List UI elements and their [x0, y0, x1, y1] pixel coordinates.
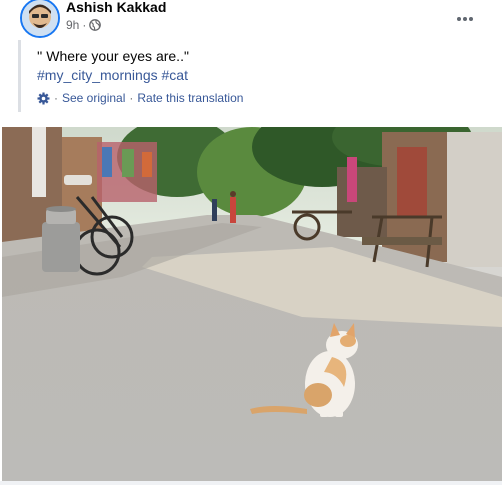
post-time[interactable]: 9h: [66, 18, 79, 32]
street-cat-photo: [2, 127, 502, 481]
avatar-image: [22, 0, 58, 36]
post-footer-divider: [0, 481, 502, 485]
globe-icon: [89, 19, 102, 31]
translation-row: · See original · Rate this translation: [37, 91, 243, 105]
post-caption: '' Where your eyes are..": [37, 48, 189, 64]
more-options-icon[interactable]: [456, 8, 478, 22]
translation-separator: ·: [129, 91, 134, 105]
post-meta: 9h ·: [66, 18, 102, 32]
post-header: Ashish Kakkad 9h ·: [0, 0, 502, 40]
author-name[interactable]: Ashish Kakkad: [66, 0, 166, 15]
avatar[interactable]: [20, 0, 60, 38]
rate-translation-link[interactable]: Rate this translation: [137, 91, 243, 105]
gear-icon: [37, 92, 50, 104]
meta-separator: ·: [82, 18, 87, 32]
hashtag-cat[interactable]: #cat: [162, 67, 188, 83]
quote-bar: [18, 40, 21, 112]
post-photo[interactable]: [2, 127, 502, 481]
post-hashtags: #my_city_mornings #cat: [37, 65, 188, 85]
translation-separator: ·: [54, 91, 58, 105]
see-original-link[interactable]: See original: [62, 91, 125, 105]
hashtag-my-city-mornings[interactable]: #my_city_mornings: [37, 67, 158, 83]
